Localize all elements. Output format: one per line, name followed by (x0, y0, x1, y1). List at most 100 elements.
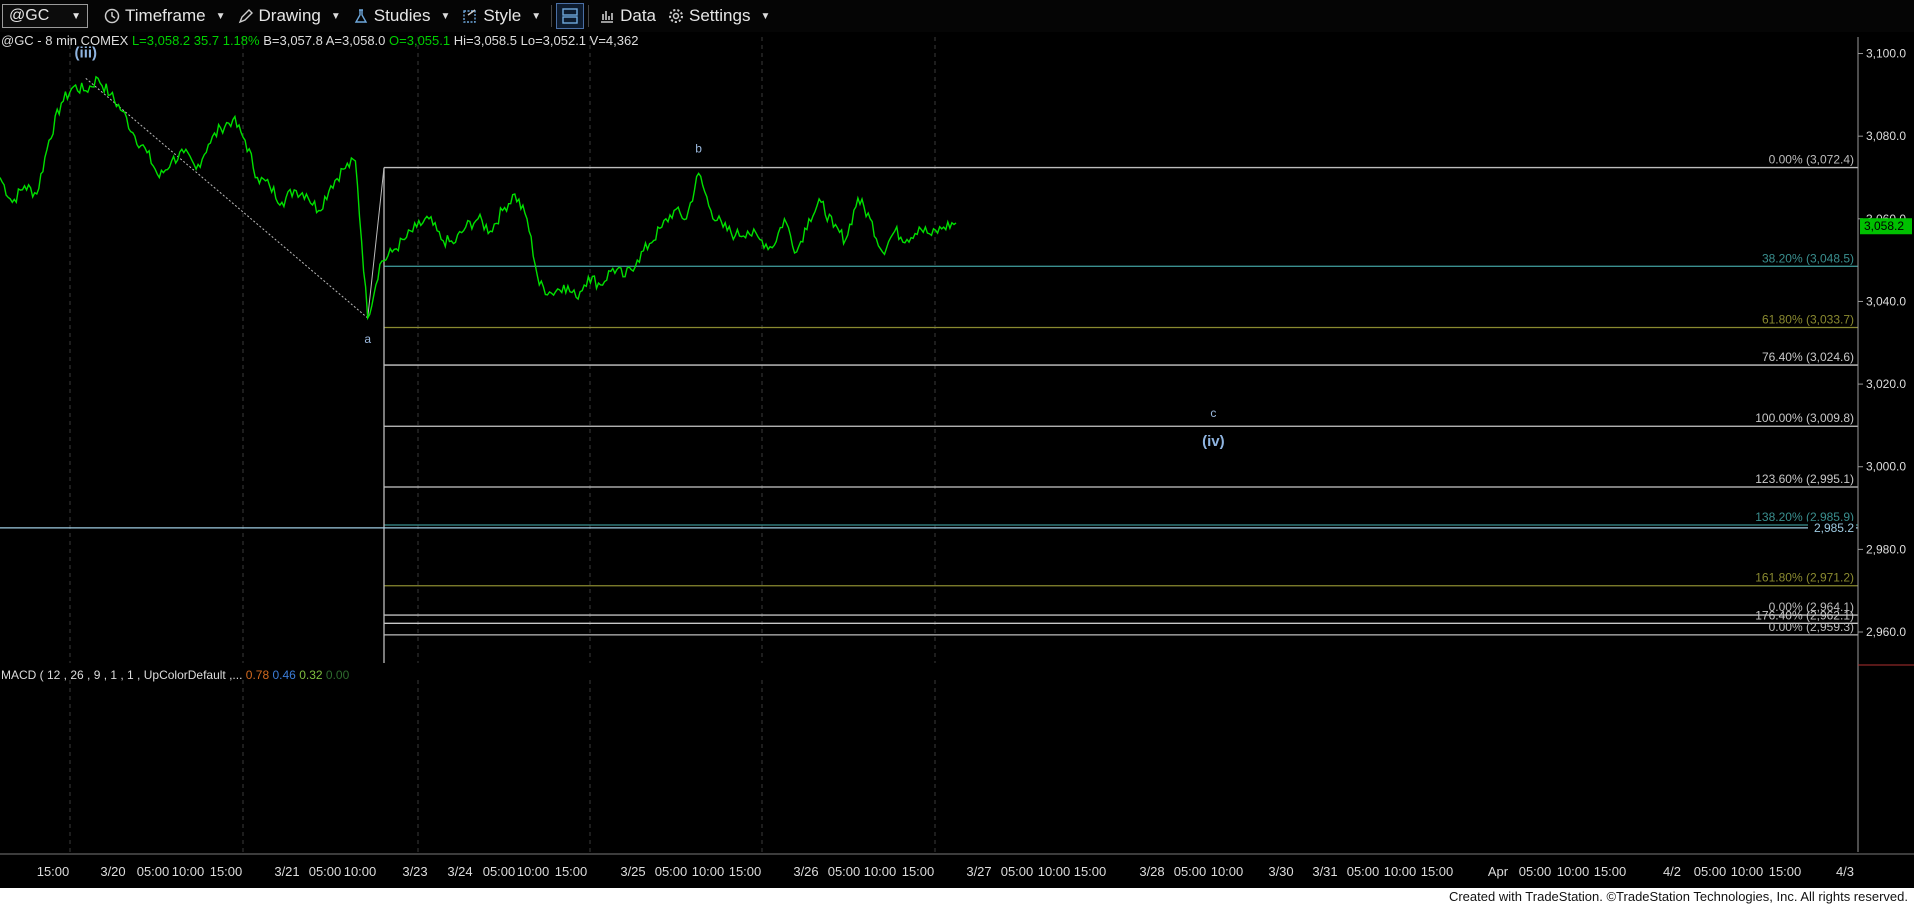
macd-value: 0.32 (299, 668, 323, 682)
x-tick-label: 10:00 (692, 864, 725, 879)
x-tick-label: 05:00 (655, 864, 688, 879)
x-tick-label: 15:00 (1074, 864, 1107, 879)
open-value: O=3,055.1 (389, 33, 450, 48)
header-readout: @GC - 8 min COMEX L=3,058.2 35.7 1.18% B… (1, 33, 638, 48)
pencil-icon (238, 9, 253, 24)
y-tick-label: 3,000.0 (1866, 460, 1906, 474)
x-tick-label: 05:00 (1694, 864, 1727, 879)
x-tick-label: 10:00 (172, 864, 205, 879)
drawing-label: Drawing (258, 6, 321, 25)
wave-trendlines (85, 77, 385, 319)
chevron-down-icon: ▼ (330, 10, 341, 22)
x-tick-label: 15:00 (1421, 864, 1454, 879)
y-tick-label: 3,040.0 (1866, 294, 1906, 308)
y-tick-label: 2,980.0 (1866, 542, 1906, 556)
x-tick-label: 3/23 (402, 864, 427, 879)
x-tick-label: 3/21 (274, 864, 299, 879)
symbol-info: @GC - 8 min COMEX (1, 33, 129, 48)
style-icon (463, 9, 477, 23)
price-chart[interactable]: 0.00% (3,072.4) 38.20% (3,048.5) 61.80% (3… (0, 32, 1914, 888)
y-tick-label: 3,020.0 (1866, 377, 1906, 391)
macd-value: 0.78 (246, 668, 270, 682)
macd-value: 0.46 (272, 668, 296, 682)
x-tick-label: 3/31 (1312, 864, 1337, 879)
chevron-down-icon: ▼ (215, 10, 226, 22)
x-tick-label: 10:00 (344, 864, 377, 879)
svg-text:@GC - 8 min COMEX L=3,058.2 3: @GC - 8 min COMEX L=3,058.2 35.7 1.18% B… (1, 33, 638, 48)
fib-level-label: 161.80% (2,971.2) (1755, 571, 1854, 585)
symbol-text: @GC (9, 7, 50, 24)
x-tick-label: 15:00 (555, 864, 588, 879)
y-tick-label: 3,080.0 (1866, 129, 1906, 143)
macd-value: 0.00 (326, 668, 350, 682)
x-tick-label: 05:00 (1001, 864, 1034, 879)
wave-labels: (iii)abc(iv) (75, 45, 1225, 450)
x-tick-label: 10:00 (1384, 864, 1417, 879)
fib-level-label: 100.00% (3,009.8) (1755, 411, 1854, 425)
y-tick-label: 3,100.0 (1866, 47, 1906, 61)
ask-value: A=3,058.0 (326, 33, 386, 48)
style-label: Style (483, 6, 522, 25)
x-tick-label: 15:00 (1769, 864, 1802, 879)
studies-button[interactable]: Studies ▼ (347, 2, 457, 30)
horizontal-line: 2,985.2 (0, 520, 1858, 535)
x-tick-label: Apr (1488, 864, 1509, 879)
symbol-selector[interactable]: @GC ▼ (2, 4, 88, 28)
price-series (0, 75, 957, 321)
toolbar: @GC ▼ Timeframe ▼ Drawing ▼ Studies ▼ St… (0, 0, 1914, 32)
x-tick-label: 15:00 (902, 864, 935, 879)
toolbar-divider (588, 5, 590, 27)
x-tick-label: 05:00 (828, 864, 861, 879)
high-value: Hi=3,058.5 (454, 33, 517, 48)
bar-chart-icon (601, 11, 614, 23)
price-axis: 3,100.03,080.03,060.03,040.03,020.03,000… (1857, 37, 1914, 852)
timeframe-label: Timeframe (125, 6, 206, 25)
settings-button[interactable]: Settings ▼ (662, 2, 776, 30)
drawing-button[interactable]: Drawing ▼ (232, 2, 347, 30)
toolbar-divider (551, 5, 553, 27)
x-tick-label: 05:00 (1519, 864, 1552, 879)
layout-button[interactable] (556, 3, 585, 29)
vertical-grid (69, 37, 936, 852)
data-label: Data (620, 6, 657, 25)
x-tick-label: 05:00 (1174, 864, 1207, 879)
macd-legend: MACD ( 12 , 26 , 9 , 1 , 1 , UpColorDefa… (1, 668, 350, 682)
x-tick-label: 15:00 (729, 864, 762, 879)
style-button[interactable]: Style ▼ (456, 2, 547, 30)
macd-label: MACD ( 12 , 26 , 9 , 1 , 1 , UpColorDefa… (1, 668, 242, 682)
last-value: L=3,058.2 (132, 33, 190, 48)
svg-text:MACD ( 12 , 26 , 9 , 1 , 1 , U: MACD ( 12 , 26 , 9 , 1 , 1 , UpColorDefa… (1, 668, 350, 682)
x-tick-label: 3/28 (1139, 864, 1164, 879)
layout-icon (562, 8, 578, 24)
x-tick-label: 10:00 (864, 864, 897, 879)
price-level-label: 2,985.2 (1814, 521, 1854, 535)
wave-label: (iv) (1202, 433, 1225, 450)
price-line (0, 75, 957, 321)
flask-icon (354, 9, 367, 23)
x-tick-label: 3/30 (1268, 864, 1293, 879)
change-value: 35.7 (194, 33, 219, 48)
y-tick-label: 2,960.0 (1866, 625, 1906, 639)
x-tick-label: 10:00 (1557, 864, 1590, 879)
gear-icon (669, 9, 684, 23)
low-value: Lo=3,052.1 (521, 33, 586, 48)
fibonacci-levels: 0.00% (3,072.4) 38.20% (3,048.5) 61.80% (3… (383, 153, 1858, 663)
bid-value: B=3,057.8 (263, 33, 323, 48)
time-axis: 15:00 3/20 05:00 10:00 15:00 3/21 05:00 10:00 3/… (0, 853, 1914, 879)
x-tick-label: 15:00 (210, 864, 243, 879)
data-button[interactable]: Data (593, 2, 662, 30)
fib-level-label: 0.00% (3,072.4) (1769, 153, 1854, 167)
x-tick-label: 05:00 (483, 864, 516, 879)
x-tick-label: 10:00 (1038, 864, 1071, 879)
timeframe-button[interactable]: Timeframe ▼ (98, 2, 232, 30)
chevron-down-icon: ▼ (71, 10, 81, 22)
volume-value: V=4,362 (590, 33, 639, 48)
studies-label: Studies (373, 6, 431, 25)
x-tick-label: 3/24 (447, 864, 472, 879)
change-pct: 1.18% (223, 33, 260, 48)
last-price-label: 3,058.2 (1864, 219, 1904, 233)
x-tick-label: 3/25 (620, 864, 645, 879)
x-tick-label: 05:00 (1347, 864, 1380, 879)
x-tick-label: 4/2 (1663, 864, 1681, 879)
fib-level-label: 0.00% (2,959.3) (1769, 620, 1854, 634)
